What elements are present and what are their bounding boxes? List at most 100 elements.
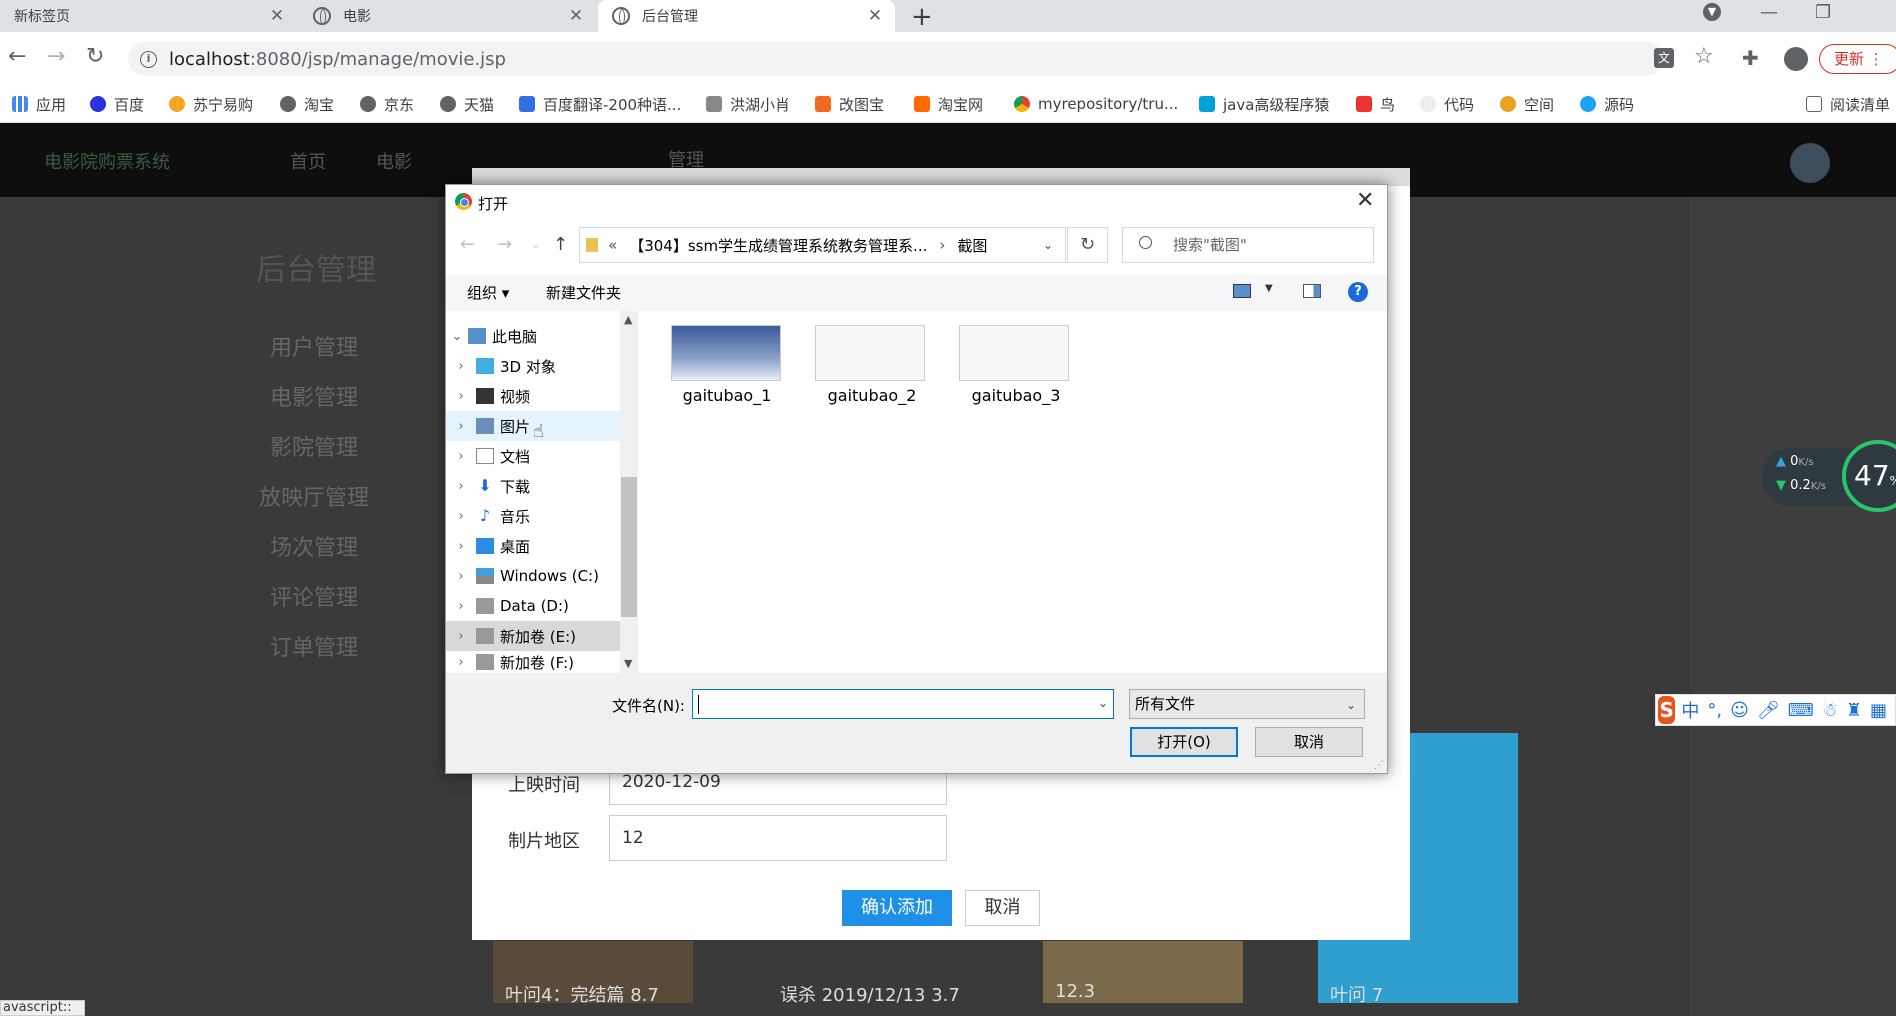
tree-item-music[interactable]: › ♪ 音乐	[446, 501, 620, 531]
resize-grip-icon[interactable]: ⋰	[1374, 760, 1384, 771]
keyboard-icon[interactable]: ⌨	[1788, 700, 1814, 721]
back-icon[interactable]: ←	[460, 234, 475, 255]
chevron-right-icon[interactable]: ›	[446, 509, 476, 524]
user-icon[interactable]: ☃	[1822, 700, 1838, 721]
sidebar-item-halls[interactable]: 放映厅管理	[259, 480, 369, 512]
tree-item-desktop[interactable]: › 桌面	[446, 531, 620, 561]
sidebar-item-schedules[interactable]: 场次管理	[270, 530, 358, 562]
chevron-right-icon[interactable]: ›	[446, 655, 476, 670]
open-button[interactable]: 打开(O)	[1130, 727, 1238, 757]
avatar[interactable]	[1790, 143, 1830, 183]
path-segment-current[interactable]: 截图	[957, 235, 987, 256]
bookmark-space[interactable]: 空间	[1500, 90, 1554, 118]
skin-icon[interactable]: ♜	[1846, 700, 1862, 721]
chevron-right-icon[interactable]: ›	[446, 479, 476, 494]
forward-icon[interactable]: →	[47, 44, 65, 69]
tab-admin[interactable]: 后台管理 ✕	[598, 0, 895, 32]
chevron-down-icon[interactable]: ⌄	[1098, 696, 1108, 710]
bookmark-baidu[interactable]: 百度	[90, 90, 144, 118]
scroll-down-icon[interactable]: ▼	[624, 657, 632, 670]
bookmark-fanyi[interactable]: 百度翻译-200种语...	[519, 90, 681, 118]
nav-movie[interactable]: 电影	[376, 148, 412, 174]
chevron-right-icon[interactable]: ›	[446, 359, 476, 374]
menu-grid-icon[interactable]: ▦	[1870, 700, 1887, 721]
scroll-up-icon[interactable]: ▲	[624, 313, 632, 326]
bookmark-niao[interactable]: 鸟	[1356, 90, 1395, 118]
refresh-icon[interactable]: ↻	[1067, 227, 1108, 263]
path-overflow[interactable]: «	[608, 236, 617, 254]
file-name[interactable]: gaitubao_3	[946, 386, 1086, 405]
sidebar-item-movies[interactable]: 电影管理	[270, 380, 358, 412]
bookmark-suning[interactable]: 苏宁易购	[169, 90, 253, 118]
chevron-right-icon[interactable]: ›	[446, 569, 476, 584]
file-name[interactable]: gaitubao_2	[802, 386, 942, 405]
close-icon[interactable]: ✕	[564, 6, 588, 26]
close-icon[interactable]: ✕	[265, 6, 289, 26]
bookmark-reading-list[interactable]: 阅读清单	[1806, 90, 1890, 118]
emoji-icon[interactable]: ☺	[1730, 700, 1749, 721]
chevron-right-icon[interactable]: ›	[446, 389, 476, 404]
close-icon[interactable]: ✕	[1356, 188, 1374, 213]
bookmark-gaitubao[interactable]: 改图宝	[815, 90, 884, 118]
form-cancel-button[interactable]: 取消	[965, 890, 1040, 926]
sidebar-item-comments[interactable]: 评论管理	[270, 580, 358, 612]
file-thumbnail[interactable]	[671, 325, 781, 381]
chevron-down-icon[interactable]: ⌄	[531, 238, 540, 251]
poster-card[interactable]: 12.3	[1043, 941, 1243, 1003]
chevron-right-icon[interactable]: ›	[446, 629, 476, 644]
chevron-down-icon[interactable]: ⌄	[1043, 238, 1053, 252]
filename-input[interactable]: ⌄	[692, 689, 1114, 719]
back-icon[interactable]: ←	[8, 44, 26, 69]
star-icon[interactable]: ☆	[1694, 44, 1714, 69]
nav-home[interactable]: 首页	[290, 148, 326, 174]
new-tab-icon[interactable]: +	[911, 2, 933, 32]
path-segment-parent[interactable]: 【304】ssm学生成绩管理系统教务管理系...	[629, 235, 927, 256]
new-folder-button[interactable]: 新建文件夹	[546, 282, 621, 303]
bookmark-code[interactable]: 代码	[1420, 90, 1474, 118]
tab-search-icon[interactable]: ▼	[1703, 3, 1721, 21]
reload-icon[interactable]: ↻	[86, 44, 104, 69]
dialog-cancel-button[interactable]: 取消	[1255, 727, 1363, 757]
bookmark-taobao[interactable]: 淘宝	[280, 90, 334, 118]
ime-toolbar[interactable]: S 中 °, ☺ 🎤︎ ⌨ ☃ ♜ ▦	[1655, 694, 1896, 726]
translate-icon[interactable]: 文	[1654, 48, 1674, 68]
up-icon[interactable]: ↑	[553, 234, 568, 255]
update-button[interactable]: 更新 ⋮	[1819, 44, 1896, 74]
minimize-icon[interactable]: —	[1760, 2, 1778, 23]
bookmark-taobaowang[interactable]: 淘宝网	[914, 90, 983, 118]
mic-icon[interactable]: 🎤︎	[1757, 700, 1780, 721]
view-icon[interactable]	[1233, 284, 1251, 298]
poster-card[interactable]: 叶问 7	[1318, 941, 1518, 1006]
tree-item-videos[interactable]: › 视频	[446, 381, 620, 411]
preview-pane-icon[interactable]	[1303, 284, 1321, 298]
filetype-select[interactable]: 所有文件 ⌄	[1129, 689, 1365, 719]
extensions-icon[interactable]: ✚	[1742, 46, 1759, 70]
file-thumbnail[interactable]	[815, 325, 925, 381]
chevron-right-icon[interactable]: ›	[446, 419, 476, 434]
chevron-down-icon[interactable]: ⌄	[446, 329, 468, 344]
forward-icon[interactable]: →	[497, 234, 512, 255]
bookmark-jd[interactable]: 京东	[360, 90, 414, 118]
tree-item-downloads[interactable]: › ⬇ 下载	[446, 471, 620, 501]
scrollbar-thumb[interactable]	[621, 477, 637, 617]
chevron-right-icon[interactable]: ›	[446, 539, 476, 554]
sidebar-item-orders[interactable]: 订单管理	[270, 630, 358, 662]
site-brand[interactable]: 电影院购票系统	[44, 148, 170, 174]
tree-item-3d[interactable]: › 3D 对象	[446, 351, 620, 381]
path-bar[interactable]: « 【304】ssm学生成绩管理系统教务管理系... › 截图 ⌄	[579, 227, 1066, 263]
chevron-right-icon[interactable]: ›	[446, 449, 476, 464]
file-thumbnail[interactable]	[959, 325, 1069, 381]
bookmark-source[interactable]: 源码	[1580, 90, 1634, 118]
bookmark-tmall[interactable]: 天猫	[440, 90, 494, 118]
bookmark-java[interactable]: java高级程序猿	[1199, 90, 1329, 118]
restore-icon[interactable]: ❐	[1815, 2, 1831, 23]
address-bar[interactable]: i localhost:8080/jsp/manage/movie.jsp	[128, 42, 1663, 76]
tree-item-documents[interactable]: › 文档	[446, 441, 620, 471]
poster-card[interactable]: 叶问4：完结篇 8.7	[493, 941, 693, 1006]
search-input[interactable]: 搜索"截图"	[1122, 227, 1374, 263]
tree-item-drive-d[interactable]: › Data (D:)	[446, 591, 620, 621]
info-icon[interactable]: i	[140, 50, 157, 68]
poster-card[interactable]: 误杀 2019/12/13 3.7	[768, 941, 968, 1006]
tree-item-drive-f[interactable]: › 新加卷 (F:)	[446, 651, 620, 673]
bookmark-myrepository[interactable]: myrepository/tru...	[1014, 90, 1178, 118]
